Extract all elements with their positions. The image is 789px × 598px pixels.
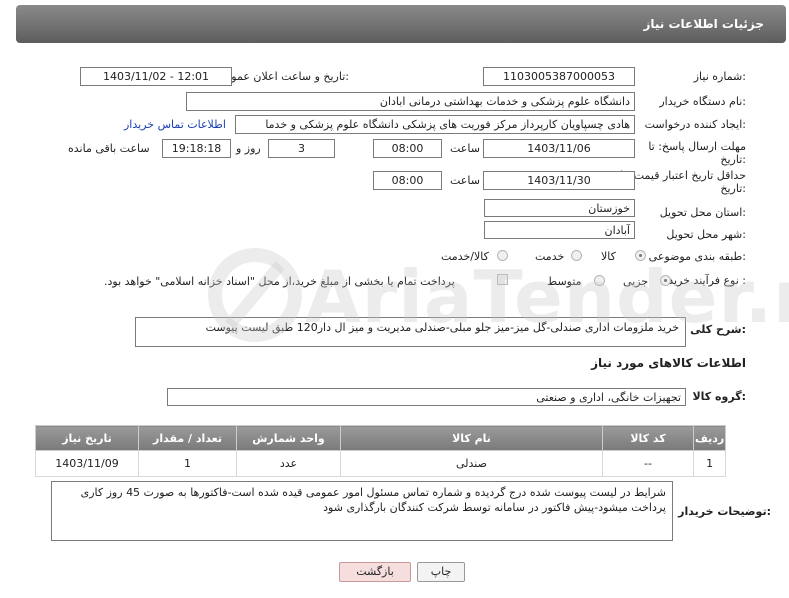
buyer-org-field[interactable]: دانشگاه علوم پزشکی و خدمات بهداشتی درمان… — [186, 92, 635, 111]
goods-group-label: گروه کالا: — [692, 390, 746, 403]
summary-textarea[interactable]: خرید ملزومات اداری صندلی-گل میز-میز جلو … — [135, 317, 686, 347]
category-radio-both[interactable] — [497, 250, 508, 261]
deadline-time-field[interactable]: 08:00 — [373, 139, 442, 158]
treasury-payment-checkbox[interactable] — [497, 274, 508, 285]
category-radio-service[interactable] — [571, 250, 582, 261]
goods-table: ردیف کد کالا نام کالا واحد شمارش تعداد /… — [35, 425, 727, 477]
validity-date-field[interactable]: 1403/11/30 — [483, 171, 635, 190]
buyer-contact-link[interactable]: اطلاعات تماس خریدار — [124, 118, 226, 131]
table-header-row: ردیف کد کالا نام کالا واحد شمارش تعداد /… — [35, 425, 727, 451]
city-label: شهر محل تحویل: — [666, 228, 746, 241]
remaining-label: ساعت باقی مانده — [68, 142, 150, 155]
buyer-notes-label: توضیحات خریدار: — [678, 505, 771, 518]
category-option-both: کالا/خدمت — [441, 250, 489, 263]
goods-info-title: اطلاعات کالاهای مورد نیاز — [591, 356, 746, 370]
print-button[interactable]: چاپ — [417, 562, 465, 582]
treasury-payment-text: پرداخت تمام یا بخشی از مبلغ خرید،از محل … — [104, 275, 455, 288]
requester-field[interactable]: هادی چسپاویان کارپرداز مرکز فوریت های پز… — [235, 115, 635, 134]
cell-unit: عدد — [236, 450, 341, 477]
page-title: جزئیات اطلاعات نیاز — [643, 17, 764, 31]
deadline-date-field[interactable]: 1403/11/06 — [483, 139, 635, 158]
announce-field[interactable]: 1403/11/02 - 12:01 — [80, 67, 232, 86]
back-button[interactable]: بازگشت — [339, 562, 411, 582]
days-label: روز و — [236, 142, 261, 155]
col-item-name: نام کالا — [340, 425, 603, 451]
col-item-code: کد کالا — [602, 425, 694, 451]
cell-need-date: 1403/11/09 — [35, 450, 139, 477]
province-label: استان محل تحویل: — [659, 206, 746, 219]
validity-time-field[interactable]: 08:00 — [373, 171, 442, 190]
col-row-number: ردیف — [692, 425, 727, 451]
goods-group-field[interactable]: تجهیزات خانگی، اداری و صنعتی — [167, 388, 686, 406]
validity-time-label: ساعت — [450, 174, 480, 187]
process-option-minor: جزیی — [623, 275, 649, 288]
process-radio-minor[interactable] — [660, 275, 671, 286]
buyer-notes-textarea[interactable]: شرایط در لیست پیوست شده درج گردیده و شما… — [51, 481, 673, 541]
cell-quantity: 1 — [138, 450, 237, 477]
process-label: نوع فرآیند خرید : — [668, 274, 746, 287]
col-quantity: تعداد / مقدار — [138, 425, 237, 451]
requester-label: ایجاد کننده درخواست: — [644, 118, 746, 131]
province-field[interactable]: خوزستان — [484, 199, 635, 217]
buyer-org-label: نام دستگاه خریدار: — [659, 95, 746, 108]
table-row[interactable]: 1 -- صندلی عدد 1 1403/11/09 — [35, 450, 727, 477]
category-option-goods: کالا — [601, 250, 616, 263]
days-remaining-field[interactable]: 3 — [268, 139, 335, 158]
process-radio-medium[interactable] — [594, 275, 605, 286]
process-option-medium: متوسط — [547, 275, 582, 288]
buyer-notes-text: شرایط در لیست پیوست شده درج گردیده و شما… — [80, 486, 666, 514]
need-number-field[interactable]: 1103005387000053 — [483, 67, 635, 86]
validity-label-date: تاریخ: — [720, 182, 746, 195]
deadline-label-date: تاریخ: — [720, 153, 746, 166]
city-field[interactable]: آبادان — [484, 221, 635, 239]
category-label: طبقه بندی موضوعی: — [648, 250, 746, 263]
remaining-time-field[interactable]: 19:18:18 — [162, 139, 231, 158]
deadline-time-label: ساعت — [450, 142, 480, 155]
watermark-text: AriaTender.neT — [305, 255, 789, 339]
announce-label: تاریخ و ساعت اعلان عمومی: — [216, 70, 349, 83]
cell-item-name: صندلی — [340, 450, 603, 477]
col-need-date: تاریخ نیاز — [35, 425, 139, 451]
deadline-label: مهلت ارسال پاسخ: تا — [648, 140, 746, 153]
summary-text: خرید ملزومات اداری صندلی-گل میز-میز جلو … — [205, 321, 679, 334]
col-unit: واحد شمارش — [236, 425, 341, 451]
category-option-service: خدمت — [535, 250, 565, 263]
page-header: جزئیات اطلاعات نیاز — [16, 5, 786, 43]
validity-label: حداقل تاریخ اعتبار قیمت: تا — [620, 169, 746, 182]
need-number-label: شماره نیاز: — [693, 70, 746, 83]
cell-item-code: -- — [602, 450, 694, 477]
goods-table-wrapper: ردیف کد کالا نام کالا واحد شمارش تعداد /… — [35, 425, 727, 477]
cell-row-number: 1 — [692, 450, 727, 477]
category-radio-goods[interactable] — [635, 250, 646, 261]
